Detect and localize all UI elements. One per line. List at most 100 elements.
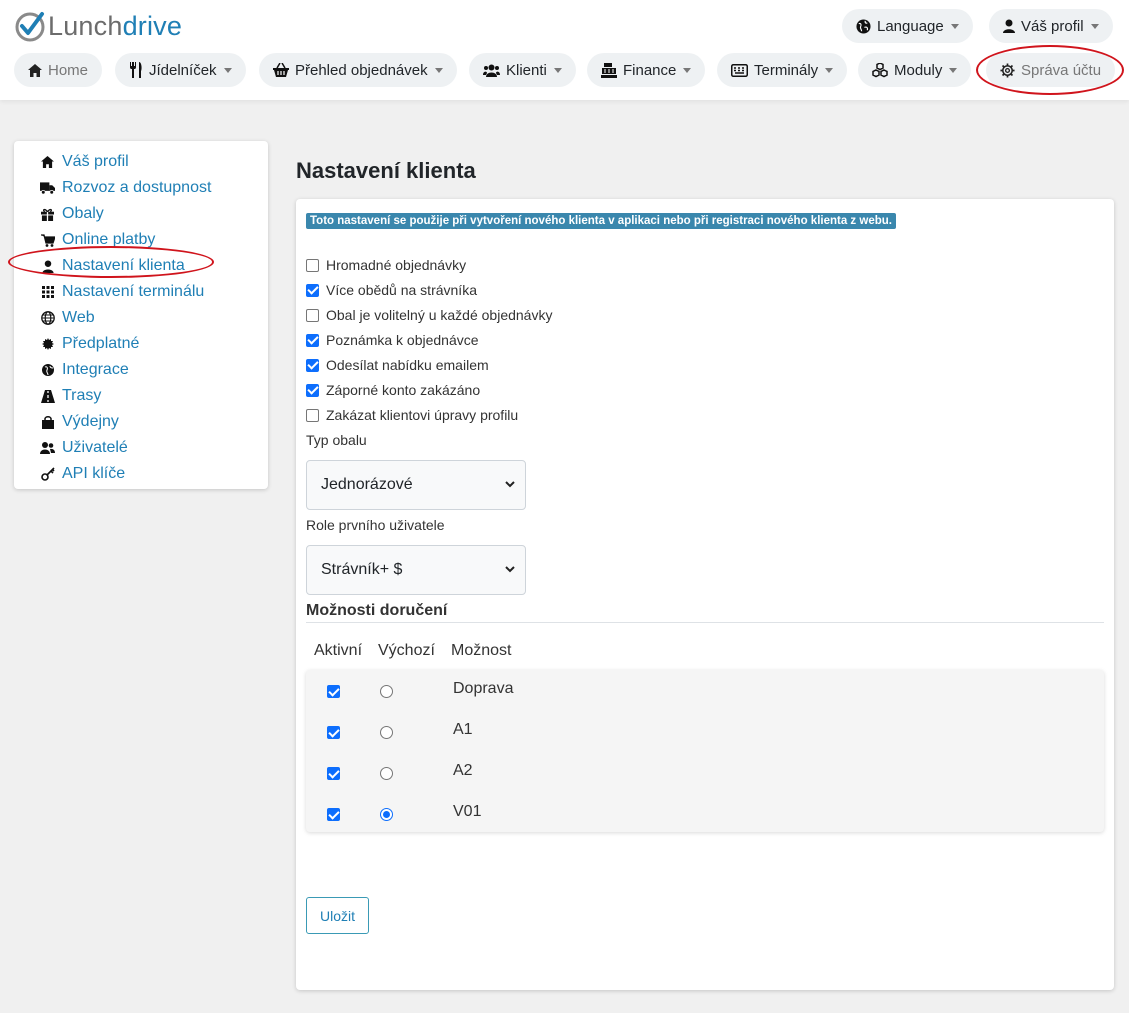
sidebar-item-online-platby[interactable]: Online platby	[14, 227, 268, 253]
save-button[interactable]: Uložit	[306, 897, 369, 934]
basket-icon	[273, 63, 289, 77]
checkbox-obal-volitelny[interactable]: Obal je volitelný u každé objednávky	[306, 305, 552, 325]
home-icon	[28, 63, 42, 77]
gear-icon	[1000, 62, 1015, 78]
client-settings-card: Toto nastavení se použije při vytvoření …	[296, 199, 1114, 990]
option-label: A1	[453, 721, 473, 738]
certificate-icon	[40, 337, 55, 352]
checkbox[interactable]	[306, 258, 319, 272]
divider	[306, 622, 1104, 623]
checkbox[interactable]	[306, 408, 319, 422]
cash-register-icon	[601, 62, 617, 78]
utensils-icon	[129, 62, 143, 78]
chevron-down-icon	[505, 566, 515, 573]
nav-prehled-objednavek[interactable]: Přehled objednávek	[259, 53, 457, 87]
sidebar-item-nastaveni-klienta[interactable]: Nastavení klienta	[14, 253, 268, 279]
sidebar-item-trasy[interactable]: Trasy	[14, 383, 268, 409]
package-type-label: Typ obalu	[306, 432, 367, 448]
nav-home[interactable]: Home	[14, 53, 103, 87]
delivery-option-row: A1	[306, 711, 1104, 752]
checkmark-logo-icon	[15, 12, 45, 42]
sidebar-item-api-klice[interactable]: API klíče	[14, 461, 268, 487]
active-checkbox[interactable]	[327, 685, 340, 698]
sidebar-item-vydejny[interactable]: Výdejny	[14, 409, 268, 435]
checkbox[interactable]	[306, 333, 319, 347]
settings-sidebar: Váš profil Rozvoz a dostupnost Obaly Onl…	[14, 141, 268, 489]
chevron-down-icon	[1090, 23, 1099, 29]
info-badge: Toto nastavení se použije při vytvoření …	[306, 213, 896, 229]
globe-icon	[856, 18, 871, 34]
sidebar-item-profil[interactable]: Váš profil	[14, 149, 268, 175]
column-header-moznost: Možnost	[451, 642, 512, 659]
keyboard-icon	[731, 63, 748, 77]
option-label: Doprava	[453, 680, 514, 697]
chevron-down-icon	[950, 23, 959, 29]
home-icon	[40, 155, 55, 170]
default-radio[interactable]	[380, 685, 393, 698]
logo-text: Lunchdrive	[48, 10, 183, 41]
first-user-role-select[interactable]: Strávník+ $	[306, 545, 526, 595]
language-dropdown[interactable]: Language	[842, 9, 973, 43]
delivery-option-row: Doprava	[306, 670, 1104, 711]
chevron-down-icon	[683, 67, 692, 73]
package-type-select[interactable]: Jednorázové	[306, 460, 526, 510]
page-title: Nastavení klienta	[296, 158, 476, 183]
sidebar-item-predplatne[interactable]: Předplatné	[14, 331, 268, 357]
active-checkbox[interactable]	[327, 767, 340, 780]
chevron-down-icon	[825, 67, 834, 73]
user-icon	[1003, 19, 1015, 33]
checkbox-vice-obedu[interactable]: Více obědů na strávníka	[306, 280, 477, 300]
users-icon	[483, 64, 500, 77]
nav-finance[interactable]: Finance	[587, 53, 706, 87]
lunchdrive-logo[interactable]: Lunchdrive	[14, 8, 182, 44]
shopping-bag-icon	[40, 415, 55, 430]
option-label: A2	[453, 762, 473, 779]
default-radio[interactable]	[380, 808, 393, 821]
first-user-role-label: Role prvního uživatele	[306, 517, 445, 533]
chevron-down-icon	[505, 481, 515, 488]
delivery-options-list: Doprava A1 A2 V01	[306, 670, 1104, 832]
profile-dropdown[interactable]: Váš profil	[989, 9, 1113, 43]
checkbox-odesilat-nabidku[interactable]: Odesílat nabídku emailem	[306, 355, 489, 375]
sidebar-item-web[interactable]: Web	[14, 305, 268, 331]
nav-jidelnicek[interactable]: Jídelníček	[115, 53, 246, 87]
delivery-option-row: V01	[306, 793, 1104, 834]
default-radio[interactable]	[380, 726, 393, 739]
chevron-down-icon	[553, 67, 562, 73]
nav-terminaly[interactable]: Terminály	[717, 53, 848, 87]
checkbox-poznamka[interactable]: Poznámka k objednávce	[306, 330, 479, 350]
checkbox[interactable]	[306, 383, 319, 397]
checkbox-zakazat-upravy[interactable]: Zakázat klientovi úpravy profilu	[306, 405, 518, 425]
sidebar-item-integrace[interactable]: Integrace	[14, 357, 268, 383]
globe-africa-icon	[40, 363, 55, 378]
cubes-icon	[872, 62, 888, 78]
chevron-down-icon	[434, 67, 443, 73]
active-checkbox[interactable]	[327, 726, 340, 739]
column-header-aktivni: Aktivní	[314, 642, 363, 659]
checkbox-hromadne-objednavky[interactable]: Hromadné objednávky	[306, 255, 466, 275]
users-icon	[40, 441, 55, 456]
checkbox-zaporne-konto[interactable]: Záporné konto zakázáno	[306, 380, 480, 400]
delivery-options-title: Možnosti doručení	[306, 602, 448, 619]
active-checkbox[interactable]	[327, 808, 340, 821]
checkbox[interactable]	[306, 283, 319, 297]
language-label: Language	[877, 17, 944, 35]
user-icon	[40, 259, 55, 274]
sidebar-item-obaly[interactable]: Obaly	[14, 201, 268, 227]
default-radio[interactable]	[380, 767, 393, 780]
checkbox[interactable]	[306, 358, 319, 372]
grid-icon	[40, 285, 55, 300]
sidebar-item-uzivatele[interactable]: Uživatelé	[14, 435, 268, 461]
sidebar-item-nastaveni-terminalu[interactable]: Nastavení terminálu	[14, 279, 268, 305]
checkbox[interactable]	[306, 308, 319, 322]
nav-klienti[interactable]: Klienti	[469, 53, 576, 87]
nav-moduly[interactable]: Moduly	[858, 53, 972, 87]
globe-icon	[40, 311, 55, 326]
sidebar-item-rozvoz[interactable]: Rozvoz a dostupnost	[14, 175, 268, 201]
nav-sprava-uctu[interactable]: Správa účtu	[986, 53, 1116, 87]
top-navbar: Lunchdrive Language Váš profil Home Jíde…	[0, 0, 1129, 100]
gift-icon	[40, 207, 55, 222]
profile-label: Váš profil	[1021, 17, 1084, 35]
column-header-vychozi: Výchozí	[378, 642, 435, 659]
cart-icon	[40, 233, 55, 248]
